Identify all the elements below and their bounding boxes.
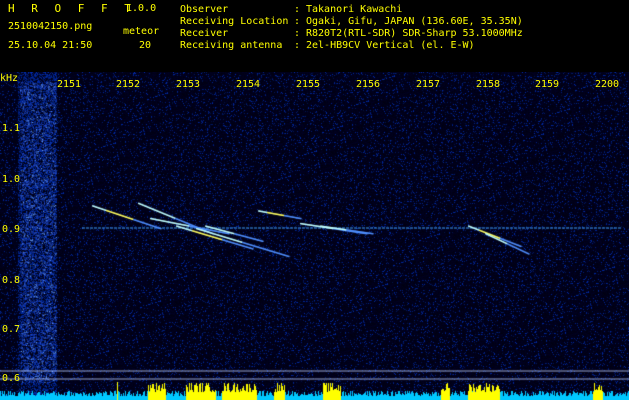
- y-tick: 0.7: [2, 324, 21, 335]
- y-tick: 0.6: [2, 373, 21, 384]
- x-tick: 2151: [57, 79, 82, 90]
- y-axis-unit: kHz: [0, 73, 19, 84]
- meteor-count: 20: [139, 40, 152, 51]
- y-tick: 0.9: [2, 224, 21, 235]
- info-key-antenna: Receiving antenna: [180, 40, 283, 51]
- info-key-location: Receiving Location: [180, 16, 289, 27]
- y-tick: 1.1: [2, 123, 21, 134]
- info-separator: :: [294, 40, 301, 51]
- info-value-antenna: 2el-HB9CV Vertical (el. E-W): [306, 40, 475, 51]
- meteor-label: meteor: [123, 26, 160, 37]
- info-separator: :: [294, 16, 301, 27]
- app-title: H R O F F T: [8, 2, 136, 15]
- x-tick: 2200: [595, 79, 620, 90]
- x-tick: 2157: [416, 79, 441, 90]
- x-tick: 2152: [116, 79, 141, 90]
- datetime-label: 25.10.04 21:50: [8, 40, 93, 51]
- info-key-observer: Observer: [180, 4, 229, 15]
- info-value-observer: Takanori Kawachi: [306, 4, 403, 15]
- spectrogram: [0, 72, 629, 400]
- x-tick: 2155: [296, 79, 321, 90]
- x-tick: 2159: [535, 79, 560, 90]
- info-value-receiver: R820T2(RTL-SDR) SDR-Sharp 53.1000MHz: [306, 28, 523, 39]
- x-tick: 2156: [356, 79, 381, 90]
- x-tick: 2153: [176, 79, 201, 90]
- x-tick: 2158: [476, 79, 501, 90]
- info-value-location: Ogaki, Gifu, JAPAN (136.60E, 35.35N): [306, 16, 523, 27]
- info-key-receiver: Receiver: [180, 28, 229, 39]
- x-tick: 2154: [236, 79, 261, 90]
- info-separator: :: [294, 28, 301, 39]
- app-version: 1.0.0: [126, 3, 157, 14]
- y-tick: 0.8: [2, 275, 21, 286]
- file-name: 2510042150.png: [8, 21, 93, 32]
- info-separator: :: [294, 4, 301, 15]
- y-tick: 1.0: [2, 174, 21, 185]
